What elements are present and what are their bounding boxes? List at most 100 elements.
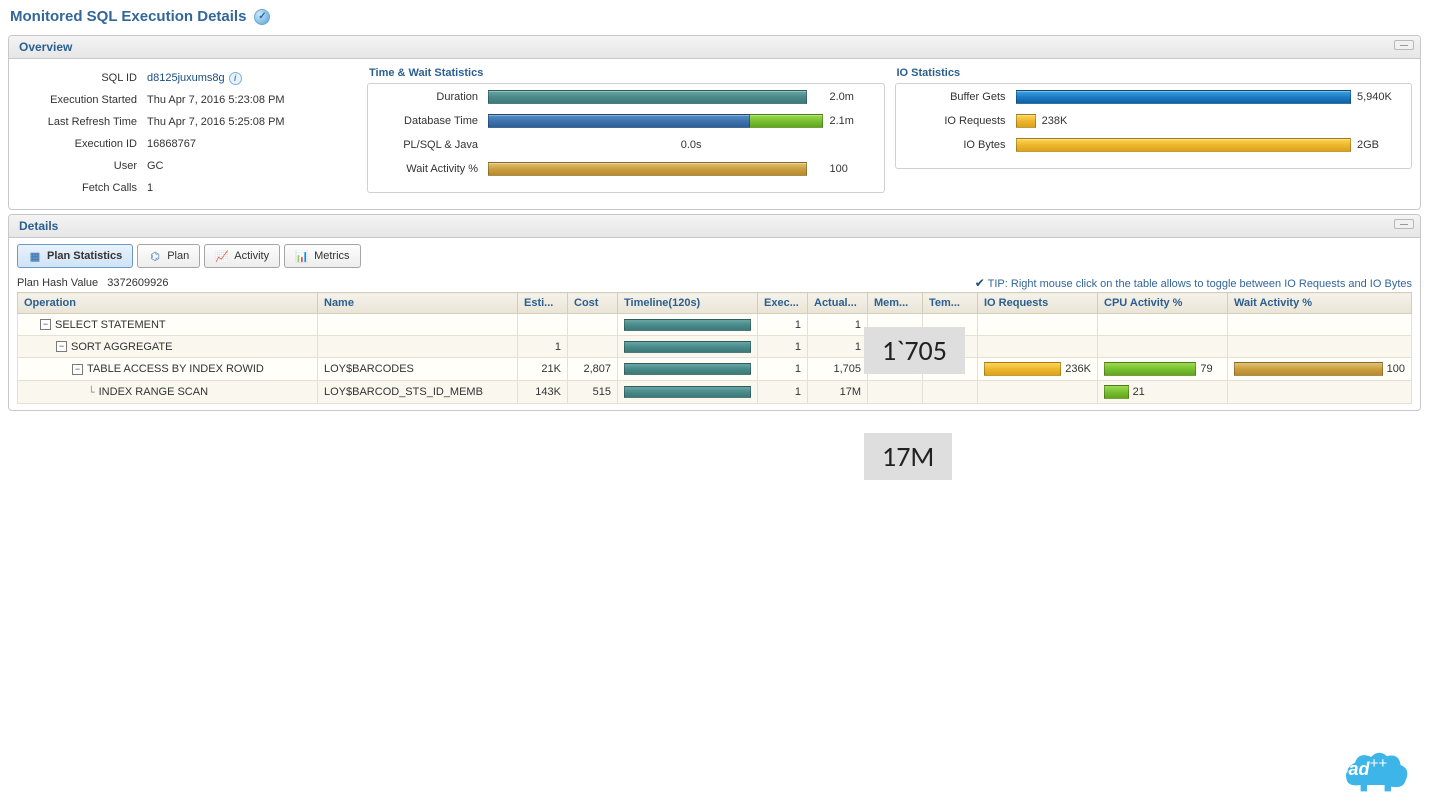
details-collapse-toggle[interactable]: —: [1394, 219, 1414, 229]
tab-plan[interactable]: ⌬ Plan: [137, 244, 200, 268]
op-label: INDEX RANGE SCAN: [99, 386, 208, 398]
col-name[interactable]: Name: [318, 293, 518, 314]
fetch-label: Fetch Calls: [17, 179, 147, 197]
row-exec: 1: [758, 336, 808, 358]
sql-id-link[interactable]: d8125juxums8g: [147, 69, 225, 87]
col-temp[interactable]: Tem...: [923, 293, 978, 314]
info-icon[interactable]: i: [229, 72, 242, 85]
ioreq-label: IO Requests: [906, 115, 1016, 127]
ioreq-cell-bar: [984, 362, 1061, 376]
tip-check-icon: ✔: [975, 276, 985, 290]
wait-cell-bar: [1234, 362, 1383, 376]
page-title: Monitored SQL Execution Details ✓: [0, 0, 1429, 31]
annotation-1705: 1`705: [864, 327, 965, 374]
exec-id-value: 16868767: [147, 135, 196, 153]
op-label: SELECT STATEMENT: [55, 319, 166, 331]
row-name: [318, 314, 518, 336]
overview-collapse-toggle[interactable]: —: [1394, 40, 1414, 50]
exec-started-label: Execution Started: [17, 91, 147, 109]
dbtime-bar-other: [750, 114, 824, 128]
tab-metrics-label: Metrics: [314, 250, 349, 262]
tab-plan-statistics-label: Plan Statistics: [47, 250, 122, 262]
op-label: TABLE ACCESS BY INDEX ROWID: [87, 363, 264, 375]
ioreq-bar: [1016, 114, 1036, 128]
wait-label: Wait Activity %: [378, 163, 488, 175]
iobytes-value: 2GB: [1351, 139, 1401, 151]
plan-hash-label: Plan Hash Value: [17, 277, 98, 289]
table-row[interactable]: −SELECT STATEMENT 1 1: [18, 314, 1412, 336]
col-wait[interactable]: Wait Activity %: [1228, 293, 1412, 314]
io-stats-box: Buffer Gets 5,940K IO Requests 238K IO: [895, 83, 1413, 169]
tab-activity[interactable]: 📈 Activity: [204, 244, 280, 268]
user-value: GC: [147, 157, 164, 175]
plan-hash-row: Plan Hash Value 3372609926: [17, 277, 168, 289]
plan-table[interactable]: Operation Name Esti... Cost Timeline(120…: [17, 292, 1412, 404]
col-actual[interactable]: Actual...: [808, 293, 868, 314]
details-header: Details —: [9, 215, 1420, 238]
overview-header: Overview —: [9, 36, 1420, 59]
table-row[interactable]: └INDEX RANGE SCAN LOY$BARCOD_STS_ID_MEMB…: [18, 381, 1412, 404]
exec-id-label: Execution ID: [17, 135, 147, 153]
dbtime-label: Database Time: [378, 115, 488, 127]
dbtime-bar-cpu: [488, 114, 750, 128]
col-cpu[interactable]: CPU Activity %: [1098, 293, 1228, 314]
row-exec: 1: [758, 358, 808, 381]
plan-icon: ⌬: [148, 249, 162, 263]
row-cpu: 21: [1133, 386, 1145, 398]
table-row[interactable]: −SORT AGGREGATE 1 1 1: [18, 336, 1412, 358]
overview-title: Overview: [19, 40, 72, 54]
col-mem[interactable]: Mem...: [868, 293, 923, 314]
expand-toggle[interactable]: −: [72, 364, 83, 375]
time-stats-box: Duration 2.0m Database Time 2.1m PL/SQL: [367, 83, 885, 193]
row-esti: 1: [518, 336, 568, 358]
row-cost: [568, 314, 618, 336]
col-timeline[interactable]: Timeline(120s): [618, 293, 758, 314]
col-esti[interactable]: Esti...: [518, 293, 568, 314]
wait-bar: [488, 162, 807, 176]
cpu-cell-bar: [1104, 362, 1196, 376]
details-tabbar: ▦ Plan Statistics ⌬ Plan 📈 Activity 📊 Me…: [17, 244, 1412, 268]
col-exec[interactable]: Exec...: [758, 293, 808, 314]
highload-logo: HighLoad++: [1335, 744, 1415, 794]
sql-id-label: SQL ID: [17, 69, 147, 87]
row-esti: [518, 314, 568, 336]
tab-plan-statistics[interactable]: ▦ Plan Statistics: [17, 244, 133, 268]
col-operation[interactable]: Operation: [18, 293, 318, 314]
timeline-bar: [624, 386, 751, 398]
activity-icon: 📈: [215, 249, 229, 263]
row-esti: 143K: [518, 381, 568, 404]
row-actual: 1,705: [808, 358, 868, 381]
annotation-17m: 17M: [864, 433, 952, 480]
expand-toggle[interactable]: −: [40, 319, 51, 330]
plan-statistics-icon: ▦: [28, 249, 42, 263]
cpu-cell-bar: [1104, 385, 1129, 399]
timeline-bar: [624, 363, 751, 375]
row-ioreq: 236K: [1065, 363, 1091, 375]
tab-activity-label: Activity: [234, 250, 269, 262]
row-exec: 1: [758, 381, 808, 404]
col-ioreq[interactable]: IO Requests: [978, 293, 1098, 314]
plan-hash-value: 3372609926: [107, 277, 168, 289]
page-title-text: Monitored SQL Execution Details: [10, 8, 246, 25]
details-panel: Details — ▦ Plan Statistics ⌬ Plan 📈 Act…: [8, 214, 1421, 411]
tab-metrics[interactable]: 📊 Metrics: [284, 244, 360, 268]
table-row[interactable]: −TABLE ACCESS BY INDEX ROWID LOY$BARCODE…: [18, 358, 1412, 381]
plsql-label: PL/SQL & Java: [378, 139, 488, 151]
row-esti: 21K: [518, 358, 568, 381]
logo-text-light: High: [1289, 759, 1326, 779]
time-stats-title: Time & Wait Statistics: [367, 65, 885, 83]
last-refresh-value: Thu Apr 7, 2016 5:25:08 PM: [147, 113, 285, 131]
duration-label: Duration: [378, 91, 488, 103]
row-actual: 17M: [808, 381, 868, 404]
col-cost[interactable]: Cost: [568, 293, 618, 314]
duration-bar: [488, 90, 807, 104]
iobytes-label: IO Bytes: [906, 139, 1016, 151]
status-check-icon: ✓: [254, 9, 270, 25]
expand-toggle[interactable]: −: [56, 341, 67, 352]
tab-plan-label: Plan: [167, 250, 189, 262]
timeline-bar: [624, 319, 751, 331]
logo-text-bold: Load: [1326, 759, 1369, 779]
user-label: User: [17, 157, 147, 175]
row-cpu: 79: [1200, 363, 1212, 375]
io-stats-title: IO Statistics: [895, 65, 1413, 83]
